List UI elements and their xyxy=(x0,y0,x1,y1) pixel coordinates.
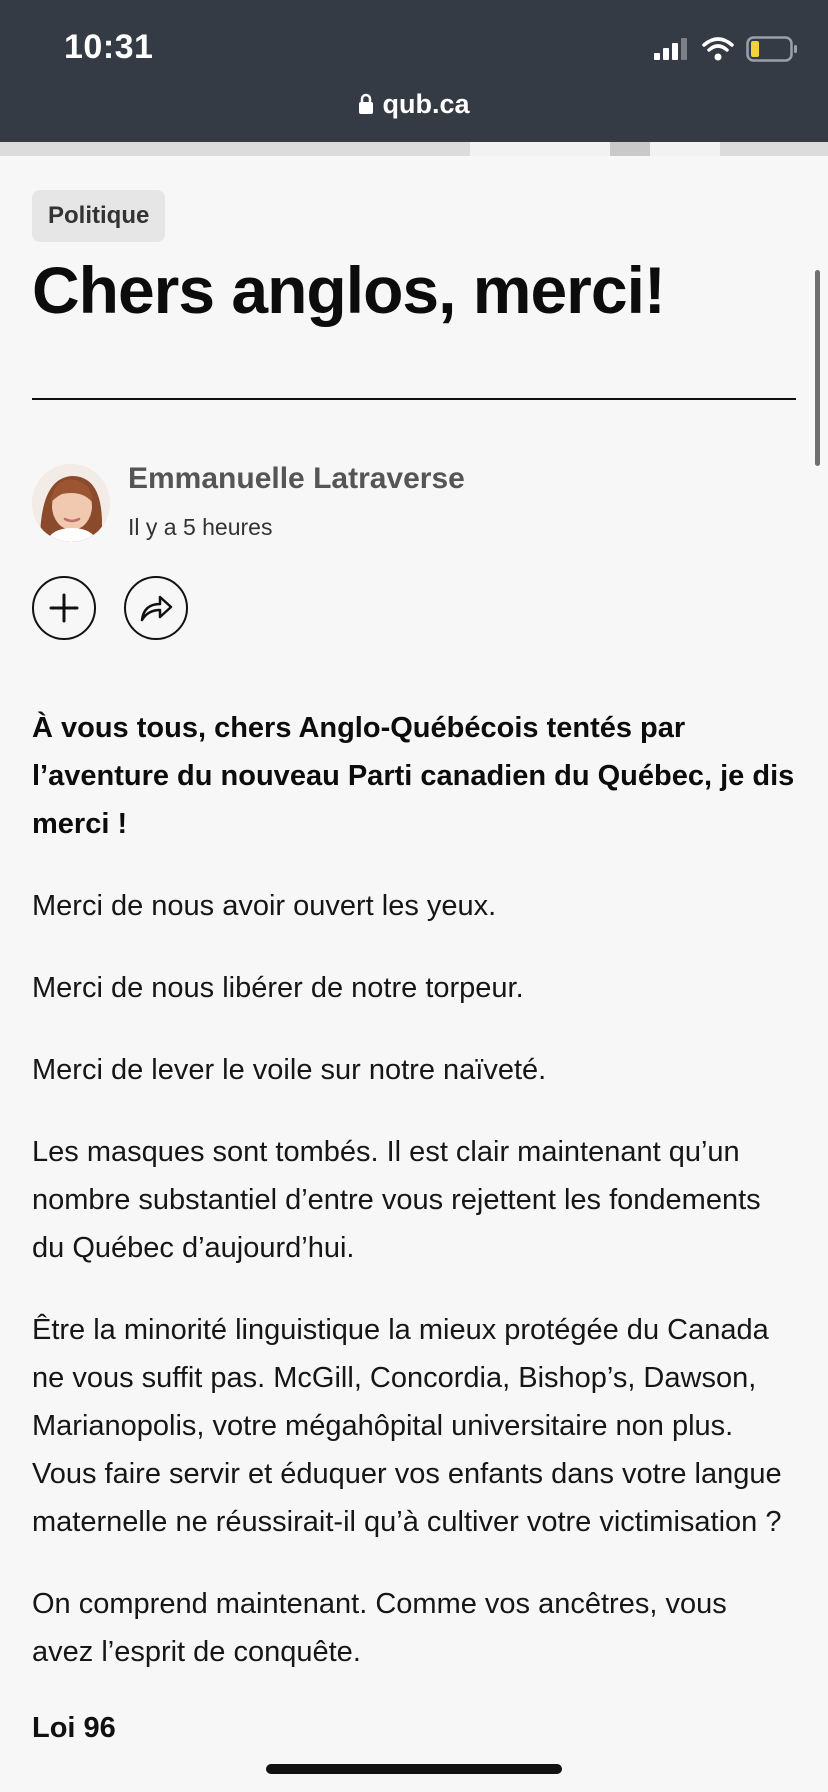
article-paragraph: Merci de nous libérer de notre torpeur. xyxy=(32,972,524,1004)
article-body: À vous tous, chers Anglo-Québécois tenté… xyxy=(32,704,796,1752)
article-paragraph: Merci de nous avoir ouvert les yeux. xyxy=(32,890,497,922)
lock-icon xyxy=(359,93,374,114)
hero-image-strip xyxy=(0,142,828,156)
hero-image-highlight xyxy=(470,142,720,156)
article-subheading: Loi 96 xyxy=(32,1712,116,1744)
hero-image-shadow xyxy=(610,142,650,156)
address-bar[interactable]: qub.ca xyxy=(0,84,828,124)
author-avatar[interactable] xyxy=(32,464,110,542)
article-paragraph: On comprend maintenant. Comme vos ancêtr… xyxy=(32,1588,727,1668)
share-icon xyxy=(140,595,173,622)
article-paragraph: Les masques sont tombés. Il est clair ma… xyxy=(32,1136,761,1264)
battery-icon xyxy=(746,36,797,62)
category-badge[interactable]: Politique xyxy=(32,190,166,242)
share-button[interactable] xyxy=(124,576,188,640)
status-bar: 10:31 qub.ca xyxy=(0,0,828,142)
article-paragraph: Merci de lever le voile sur notre naïvet… xyxy=(32,1054,547,1086)
avatar-portrait xyxy=(32,464,110,542)
publish-time: Il y a 5 heures xyxy=(128,514,273,540)
plus-icon xyxy=(49,593,79,623)
status-icons xyxy=(654,34,798,64)
signal-icon xyxy=(654,38,687,60)
article-paragraph: Être la minorité linguistique la mieux p… xyxy=(32,1314,782,1538)
url-text: qub.ca xyxy=(382,88,470,119)
scrollbar[interactable] xyxy=(815,270,820,466)
wifi-icon xyxy=(702,37,734,61)
follow-button[interactable] xyxy=(32,576,96,640)
clock: 10:31 xyxy=(64,28,154,66)
article-headline: Chers anglos, merci! xyxy=(32,253,666,327)
author-name[interactable]: Emmanuelle Latraverse xyxy=(128,462,465,496)
headline-divider xyxy=(32,398,796,400)
home-indicator[interactable] xyxy=(266,1764,562,1774)
article-lead: À vous tous, chers Anglo-Québécois tenté… xyxy=(32,712,795,840)
